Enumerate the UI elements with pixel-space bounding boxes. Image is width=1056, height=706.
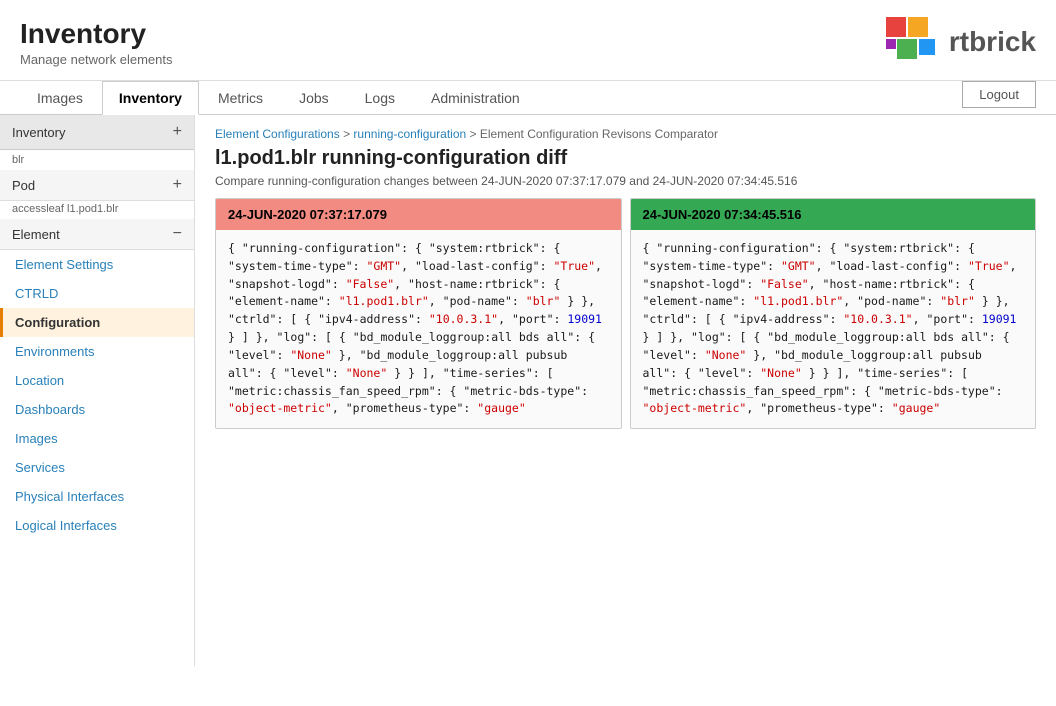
- sidebar-item-images[interactable]: Images: [0, 424, 194, 453]
- header-right: rtbrick: [881, 12, 1036, 72]
- diff-panel-new: 24-JUN-2020 07:34:45.516 { "running-conf…: [630, 198, 1037, 429]
- rtbrick-logo-text: rtbrick: [949, 26, 1036, 58]
- tab-inventory[interactable]: Inventory: [102, 81, 199, 115]
- sidebar-item-element-settings[interactable]: Element Settings: [0, 250, 194, 279]
- diff-container: 24-JUN-2020 07:37:17.079 { "running-conf…: [215, 198, 1036, 429]
- sidebar-inventory-label: Inventory: [12, 125, 65, 140]
- tab-administration[interactable]: Administration: [414, 81, 537, 114]
- sidebar-element-minus[interactable]: −: [173, 225, 182, 243]
- sidebar-item-services[interactable]: Services: [0, 453, 194, 482]
- sidebar-inventory-plus[interactable]: +: [173, 123, 182, 141]
- sidebar-item-location[interactable]: Location: [0, 366, 194, 395]
- tab-logs[interactable]: Logs: [348, 81, 412, 114]
- diff-panel-old: 24-JUN-2020 07:37:17.079 { "running-conf…: [215, 198, 622, 429]
- breadcrumb: Element Configurations > running-configu…: [215, 127, 1036, 141]
- tab-jobs[interactable]: Jobs: [282, 81, 346, 114]
- app-subtitle: Manage network elements: [20, 52, 172, 67]
- page-title: l1.pod1.blr running-configuration diff: [215, 147, 1036, 170]
- header-left: Inventory Manage network elements: [20, 18, 172, 67]
- sidebar: Inventory + blr Pod + accessleaf l1.pod1…: [0, 115, 195, 666]
- sidebar-item-physical-interfaces[interactable]: Physical Interfaces: [0, 482, 194, 511]
- breadcrumb-part2[interactable]: running-configuration: [353, 127, 466, 141]
- sidebar-element-path: accessleaf l1.pod1.blr: [0, 201, 194, 219]
- diff-header-old: 24-JUN-2020 07:37:17.079: [216, 199, 621, 230]
- sidebar-item-ctrld[interactable]: CTRLD: [0, 279, 194, 308]
- rtbrick-logo-icon: [881, 12, 941, 72]
- breadcrumb-part3: Element Configuration Revisons Comparato…: [480, 127, 718, 141]
- sidebar-item-environments[interactable]: Environments: [0, 337, 194, 366]
- app-title: Inventory: [20, 18, 172, 50]
- app-header: Inventory Manage network elements rtbric…: [0, 0, 1056, 81]
- sidebar-element-header[interactable]: Element −: [0, 219, 194, 250]
- tab-images[interactable]: Images: [20, 81, 100, 114]
- sidebar-item-dashboards[interactable]: Dashboards: [0, 395, 194, 424]
- main-content: Element Configurations > running-configu…: [195, 115, 1056, 666]
- diff-body-new[interactable]: { "running-configuration": { "system:rtb…: [631, 230, 1036, 428]
- sidebar-blr-label: blr: [0, 150, 194, 170]
- sidebar-element-label: Element: [12, 227, 60, 242]
- sidebar-pod-header[interactable]: Pod +: [0, 170, 194, 201]
- sidebar-inventory-header[interactable]: Inventory +: [0, 115, 194, 150]
- logout-button[interactable]: Logout: [962, 81, 1036, 108]
- diff-header-new: 24-JUN-2020 07:34:45.516: [631, 199, 1036, 230]
- nav-tabs: Images Inventory Metrics Jobs Logs Admin…: [0, 81, 1056, 115]
- sidebar-pod-label: Pod: [12, 178, 35, 193]
- compare-description: Compare running-configuration changes be…: [215, 174, 1036, 188]
- diff-body-old[interactable]: { "running-configuration": { "system:rtb…: [216, 230, 621, 428]
- sidebar-pod-plus[interactable]: +: [173, 176, 182, 194]
- sidebar-item-configuration[interactable]: Configuration: [0, 308, 194, 337]
- breadcrumb-part1[interactable]: Element Configurations: [215, 127, 340, 141]
- main-layout: Inventory + blr Pod + accessleaf l1.pod1…: [0, 115, 1056, 666]
- nav-tabs-left: Images Inventory Metrics Jobs Logs Admin…: [20, 81, 539, 114]
- breadcrumb-sep2: >: [470, 127, 480, 141]
- logo: rtbrick: [881, 12, 1036, 72]
- sidebar-item-logical-interfaces[interactable]: Logical Interfaces: [0, 511, 194, 540]
- breadcrumb-sep1: >: [343, 127, 353, 141]
- tab-metrics[interactable]: Metrics: [201, 81, 280, 114]
